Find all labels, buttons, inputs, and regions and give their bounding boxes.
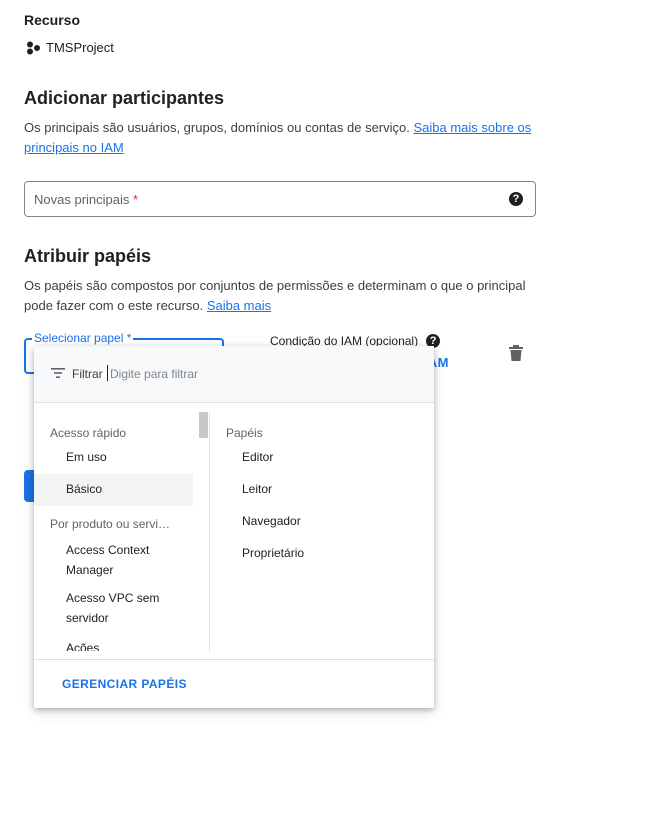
acm-line-1: Access Context: [66, 543, 150, 557]
filter-label: Filtrar: [72, 367, 103, 381]
resource-row: TMSProject: [26, 40, 114, 55]
trash-icon[interactable]: [508, 344, 524, 362]
role-item-browser[interactable]: Navegador: [242, 511, 301, 531]
vpc-line-1: Acesso VPC sem: [66, 591, 160, 605]
role-dropdown: Filtrar Digite para filtrar Acesso rápid…: [34, 346, 434, 708]
manage-roles-button[interactable]: GERENCIAR PAPÉIS: [62, 677, 187, 691]
assign-roles-heading: Atribuir papéis: [24, 246, 152, 266]
filter-bar: Filtrar Digite para filtrar: [34, 346, 434, 403]
assign-roles-description: Os papéis são compostos por conjuntos de…: [24, 276, 539, 316]
project-name: TMSProject: [46, 40, 114, 55]
category-item-in-use[interactable]: Em uso: [66, 447, 107, 467]
role-item-editor[interactable]: Editor: [242, 447, 273, 467]
category-item-basic[interactable]: Básico: [66, 479, 102, 499]
add-principals-heading: Adicionar participantes: [24, 88, 225, 108]
roles-list: Papéis Editor Leitor Navegador Proprietá…: [210, 403, 434, 651]
acm-line-2: Manager: [66, 563, 114, 577]
project-nodes-icon: [27, 41, 40, 54]
category-heading-by-product: Por produto ou servi…: [50, 517, 171, 531]
select-role-label-text: Selecionar papel: [34, 331, 124, 345]
footer-divider: [34, 659, 434, 660]
role-item-viewer[interactable]: Leitor: [242, 479, 272, 499]
required-mark: *: [126, 331, 132, 345]
category-item-access-context-manager[interactable]: Access Context Manager: [66, 540, 149, 580]
help-circle-icon[interactable]: ?: [509, 192, 523, 206]
roles-description-text: Os papéis são compostos por conjuntos de…: [24, 278, 526, 313]
category-scrollbar[interactable]: [199, 412, 208, 438]
select-role-label: Selecionar papel *: [32, 331, 134, 345]
add-principals-description: Os principais são usuários, grupos, domí…: [24, 118, 539, 158]
new-principals-input[interactable]: [34, 191, 494, 206]
principals-description-text: Os principais são usuários, grupos, domí…: [24, 120, 414, 135]
text-caret: [107, 365, 108, 381]
filter-input[interactable]: [110, 364, 410, 384]
category-list: Acesso rápido Em uso Básico Por produto …: [34, 403, 209, 651]
category-item-serverless-vpc[interactable]: Acesso VPC sem servidor: [66, 588, 159, 628]
learn-more-roles-link[interactable]: Saiba mais: [207, 298, 271, 313]
selected-highlight: [34, 474, 193, 506]
category-item-actions[interactable]: Ações: [66, 638, 99, 651]
roles-heading: Papéis: [226, 426, 263, 440]
role-item-owner[interactable]: Proprietário: [242, 543, 304, 563]
vpc-line-2: servidor: [66, 611, 109, 625]
filter-list-icon: [51, 368, 65, 378]
resource-section-label: Recurso: [24, 12, 81, 28]
category-heading-quick-access: Acesso rápido: [50, 426, 127, 440]
new-principals-field[interactable]: Novas principais * ?: [24, 181, 536, 217]
